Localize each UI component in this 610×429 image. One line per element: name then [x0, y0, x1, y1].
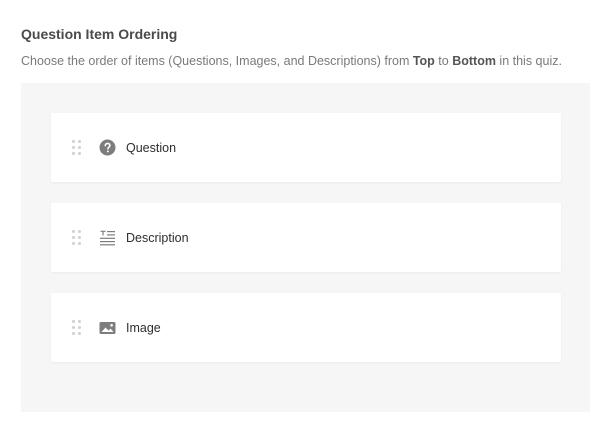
ordering-item-description[interactable]: Description	[51, 203, 561, 272]
question-circle-icon	[98, 139, 116, 157]
description-text-start: Choose the order of items (Questions, Im…	[21, 54, 413, 68]
section-title: Question Item Ordering	[21, 26, 178, 42]
description-bottom-label: Bottom	[452, 54, 496, 68]
text-lines-icon	[98, 229, 116, 247]
description-text-middle: to	[434, 54, 453, 68]
description-text-end: in this quiz.	[495, 54, 562, 68]
drag-handle-icon[interactable]	[72, 230, 81, 245]
ordering-item-image[interactable]: Image	[51, 293, 561, 362]
item-label: Question	[126, 140, 177, 155]
drag-handle-icon[interactable]	[72, 140, 81, 155]
image-icon	[98, 319, 116, 337]
item-label: Image	[126, 320, 161, 335]
ordering-item-question[interactable]: Question	[51, 113, 561, 182]
item-label: Description	[126, 230, 189, 245]
ordering-list: Question Description Image	[21, 83, 590, 412]
section-description: Choose the order of items (Questions, Im…	[21, 54, 562, 68]
drag-handle-icon[interactable]	[72, 320, 81, 335]
description-top-label: Top	[412, 54, 435, 68]
